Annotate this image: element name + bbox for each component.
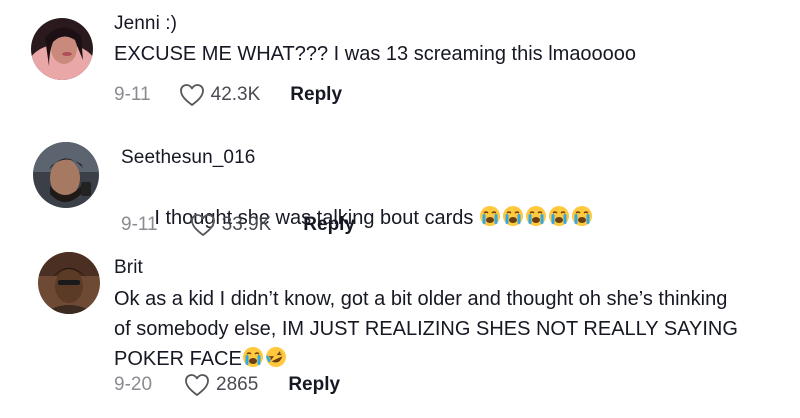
comment-text: Ok as a kid I didn’t know, got a bit old… [114, 284, 798, 377]
comment-text: EXCUSE ME WHAT??? I was 13 screaming thi… [114, 43, 637, 65]
comment-username[interactable]: Jenni :) [114, 13, 636, 35]
like-button[interactable]: 2865 [184, 373, 258, 397]
comment-item: Jenni :) EXCUSE ME WHAT??? I was 13 scre… [0, 0, 800, 120]
heart-icon [190, 214, 215, 236]
comment-username[interactable]: Brit [114, 257, 798, 279]
like-button[interactable]: 42.3K [179, 83, 261, 107]
comment-item: Seethesun_016 I thought she was talking … [0, 125, 800, 245]
reply-button[interactable]: Reply [290, 84, 342, 106]
avatar[interactable] [38, 252, 100, 314]
comment-actions: 9-11 33.9K Reply [121, 212, 355, 238]
comment-text-line: of somebody else, IM JUST REALIZING SHES… [114, 318, 738, 340]
like-count: 33.9K [221, 214, 272, 235]
comment-text-line: Ok as a kid I didn’t know, got a bit old… [114, 288, 728, 310]
comment-username[interactable]: Seethesun_016 [121, 147, 594, 169]
emoji-group [479, 206, 594, 229]
like-count: 42.3K [210, 84, 261, 105]
like-button[interactable]: 33.9K [190, 213, 272, 237]
heart-icon [179, 84, 204, 106]
comment-item: Brit Ok as a kid I didn’t know, got a bi… [0, 248, 800, 418]
comment-text-content: POKER FACE [114, 348, 242, 370]
reply-button[interactable]: Reply [303, 214, 355, 236]
avatar[interactable] [31, 18, 93, 80]
loudly-crying-face-icon [502, 205, 524, 236]
loudly-crying-face-icon [548, 205, 570, 236]
comment-actions: 9-20 2865 Reply [114, 372, 340, 398]
comment-actions: 9-11 42.3K Reply [114, 82, 342, 108]
loudly-crying-face-icon [525, 205, 547, 236]
avatar[interactable] [33, 142, 99, 208]
like-count: 2865 [216, 374, 259, 395]
comment-date: 9-11 [114, 84, 151, 105]
loudly-crying-face-icon [479, 205, 501, 236]
heart-icon [185, 374, 209, 396]
comment-date: 9-11 [121, 214, 158, 235]
comment-date: 9-20 [114, 374, 153, 395]
loudly-crying-face-icon [571, 205, 593, 236]
reply-button[interactable]: Reply [288, 374, 340, 396]
